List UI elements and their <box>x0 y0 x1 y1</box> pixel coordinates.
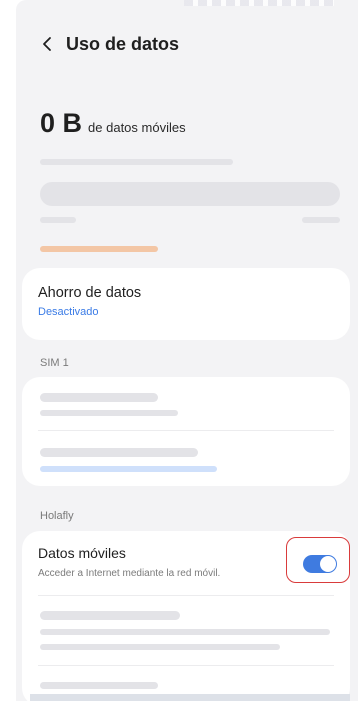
mobile-data-subtitle: Acceder a Internet mediante la red móvil… <box>38 568 221 579</box>
data-saver-card[interactable]: Ahorro de datos Desactivado <box>22 268 350 340</box>
divider <box>38 430 334 431</box>
skeleton-line <box>40 159 233 165</box>
divider <box>38 595 334 596</box>
usage-label: de datos móviles <box>88 120 186 135</box>
section-sim-label: SIM 1 <box>40 357 69 369</box>
mobile-data-title: Datos móviles <box>38 545 126 561</box>
page-title: Uso de datos <box>66 33 180 54</box>
mobile-data-toggle[interactable] <box>303 555 337 573</box>
skeleton-line <box>40 217 76 223</box>
skeleton-line <box>40 393 158 402</box>
skeleton-line <box>40 448 198 457</box>
status-bar-dots <box>184 0 334 6</box>
usage-amount: 0 B <box>40 108 83 138</box>
skeleton-line <box>40 682 158 689</box>
usage-summary: 0 B de datos móviles <box>40 108 186 139</box>
skeleton-line <box>40 644 280 650</box>
sim-usage-bar <box>40 466 217 472</box>
skeleton-line <box>40 410 178 416</box>
chevron-left-icon[interactable] <box>40 32 64 56</box>
usage-bar-placeholder <box>40 182 340 206</box>
sim-card <box>22 377 350 486</box>
skeleton-line <box>40 611 180 620</box>
bottom-edge-bar <box>30 694 350 701</box>
toggle-knob <box>320 556 336 572</box>
phone-screen: Uso de datos 0 B de datos móviles Ahorro… <box>16 0 358 701</box>
divider <box>38 665 334 666</box>
skeleton-line <box>40 629 330 635</box>
usage-color-bar <box>40 246 158 252</box>
data-saver-status: Desactivado <box>38 306 99 318</box>
app-header: Uso de datos <box>40 30 179 58</box>
section-carrier-label: Holafly <box>40 510 74 522</box>
data-saver-title: Ahorro de datos <box>38 285 142 301</box>
skeleton-line <box>302 217 340 223</box>
